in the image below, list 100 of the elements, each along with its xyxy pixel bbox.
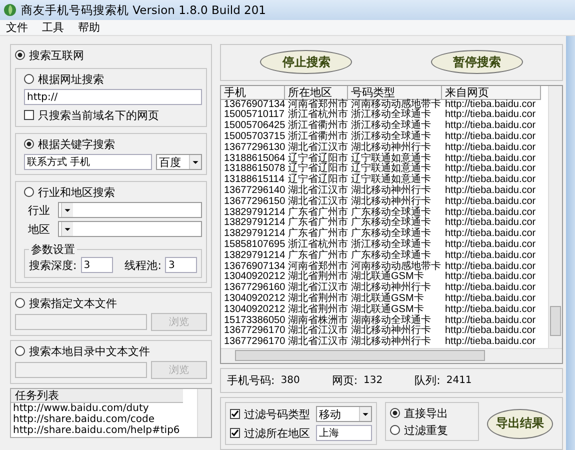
table-cell-text: 浙江省杭州市: [287, 110, 348, 120]
engine-dropdown[interactable]: 百度: [156, 154, 202, 170]
table-cell-text: 13677296160: [223, 283, 285, 294]
depth-field[interactable]: 3: [80, 257, 113, 273]
table-cell-text: 湖北联通GSM卡: [350, 294, 425, 304]
stat-label: 队列:: [414, 372, 440, 388]
option-label: 根据关键字搜索: [38, 136, 115, 152]
vertical-scrollbar[interactable]: [548, 86, 562, 348]
column-header[interactable]: 手机: [221, 86, 285, 100]
table-cell-text: 13040920212: [223, 294, 285, 305]
table-cell-text: http://tieba.baidu.cor: [444, 326, 537, 336]
caret-icon: [61, 203, 73, 217]
table-cell-text: 13829791214: [223, 229, 285, 240]
pause-button[interactable]: 暂停搜索: [430, 50, 523, 74]
radio-button[interactable]: [24, 74, 34, 84]
app-icon: [3, 3, 17, 17]
threads-field[interactable]: 3: [165, 257, 198, 273]
table-cell-text: 13040920212: [223, 304, 285, 316]
radio-button[interactable]: [390, 408, 400, 418]
table-cell-text: 浙江移动全球通卡: [350, 110, 432, 120]
table-cell-text: 15005703715: [223, 132, 285, 143]
export-button[interactable]: 导出结果: [487, 408, 553, 438]
scrollbar[interactable]: [197, 389, 211, 437]
region-dropdown[interactable]: [58, 221, 202, 237]
table-cell-text: 13677296170: [223, 337, 285, 348]
table-cell-text: 湖北移动神州行卡: [350, 142, 432, 153]
keyword-field[interactable]: 联系方式 手机: [24, 154, 152, 170]
table-cell-text: 湖北省江汉市: [287, 326, 348, 336]
column-header[interactable]: 来自网页: [442, 86, 541, 100]
checkbox-label: 只搜索当前域名下的网页: [38, 108, 159, 122]
table-cell-text: 13188615064: [223, 154, 285, 164]
field-label: 行业: [27, 202, 51, 218]
option-label: 搜索本地目录中文本文件: [29, 344, 150, 358]
radio-button[interactable]: [24, 187, 34, 197]
horizontal-scrollbar[interactable]: [221, 348, 562, 363]
table-cell-text: 湖北移动神州行卡: [350, 326, 432, 336]
caret-icon: [189, 155, 201, 169]
table-cell-text: 湖北省江汉市: [287, 142, 348, 153]
table-cell-text: http://tieba.baidu.cor: [444, 121, 537, 132]
menu-item[interactable]: 工具: [42, 20, 64, 35]
table-cell-text: 15005706425: [223, 121, 285, 132]
table-cell-text: http://tieba.baidu.cor: [444, 272, 537, 282]
task-item[interactable]: http://share.baidu.com/code: [11, 414, 197, 425]
table-cell-text: 13677296130: [223, 142, 285, 154]
table-cell-text: 浙江省衢州市: [287, 121, 348, 132]
table-cell-text: 13829791214: [223, 250, 285, 262]
radio-button[interactable]: [15, 50, 25, 60]
table-cell-text: 广东省广州市: [287, 218, 348, 228]
radio-button[interactable]: [24, 139, 34, 149]
table-cell-text: 辽宁省辽阳市: [287, 175, 348, 186]
option-label: 根据网址搜索: [38, 72, 104, 86]
table-cell-text: 浙江省衢州市: [287, 132, 348, 142]
table-cell-text: http://tieba.baidu.cor: [444, 154, 537, 164]
radio-button[interactable]: [390, 425, 400, 435]
stat-value: 2411: [446, 374, 472, 386]
region-field[interactable]: 上海: [316, 425, 372, 441]
table-cell-text: 湖北联通GSM卡: [350, 272, 424, 282]
type-dropdown[interactable]: 移动: [316, 406, 372, 422]
table-cell-text: http://tieba.baidu.cor: [444, 240, 537, 250]
table-cell-text: 湖北省江汉市: [287, 283, 348, 294]
stop-button[interactable]: 停止搜索: [260, 50, 352, 74]
url-field[interactable]: http://: [24, 89, 202, 105]
table-cell-text: 广东省广州市: [287, 229, 348, 240]
menu-item[interactable]: 帮助: [78, 20, 100, 35]
table-cell-text: 浙江省杭州市: [287, 240, 348, 250]
table-cell-text: 湖北省江汉市: [287, 186, 348, 196]
table-cell-text: 浙江移动全球通卡: [350, 240, 432, 250]
table-cell-text: 广东移动全球通卡: [350, 250, 431, 261]
table-cell-text: 13829791214: [223, 208, 285, 218]
checkbox[interactable]: [24, 110, 34, 120]
table-cell-text: http://tieba.baidu.cor: [444, 196, 537, 207]
column-header[interactable]: 所在地区: [285, 86, 348, 100]
field-label: 搜索深度:: [29, 258, 77, 272]
industry-dropdown[interactable]: [58, 202, 202, 218]
table-cell-text: 广东移动全球通卡: [350, 229, 432, 240]
table-cell-text: 湖北移动神州行卡: [350, 196, 432, 207]
table-cell-text: 浙江移动全球通卡: [350, 121, 432, 132]
table-cell-text: 湖北省荆州市: [287, 294, 348, 304]
table-cell-text: http://tieba.baidu.cor: [444, 294, 537, 304]
table-cell-text: http://tieba.baidu.cor: [444, 164, 537, 175]
table-cell-text: 辽宁省辽阳市: [287, 164, 348, 174]
column-header[interactable]: 号码类型: [348, 86, 442, 100]
table-cell-text: 13677296150: [223, 196, 285, 208]
group-title: 参数设置: [30, 242, 76, 257]
table-cell-text: http://tieba.baidu.cor: [444, 175, 537, 186]
checkbox[interactable]: [230, 409, 240, 419]
task-item[interactable]: http://www.baidu.com/duty: [11, 403, 197, 414]
task-item[interactable]: http://share.baidu.com/help#tip6: [11, 425, 197, 436]
table-cell-text: http://tieba.baidu.cor: [444, 337, 537, 348]
table-cell-text: http://tieba.baidu.cor: [444, 316, 537, 326]
table-cell-text: 13040920212: [223, 272, 285, 283]
table-cell-text: 13676907134: [223, 262, 285, 272]
menu-item[interactable]: 文件: [6, 20, 28, 35]
table-cell-text: 广东移动全球通卡: [350, 208, 432, 218]
table-cell-text: 广东移动全球通卡: [350, 218, 432, 228]
checkbox[interactable]: [230, 428, 240, 438]
table-cell-text: 15005710117: [223, 110, 285, 121]
table-cell-text: 辽宁联通如意通卡: [350, 154, 432, 164]
window-title: 商友手机号码搜索机 Version 1.8.0 Build 201: [21, 2, 266, 18]
option-label: 搜索指定文本文件: [29, 296, 117, 310]
